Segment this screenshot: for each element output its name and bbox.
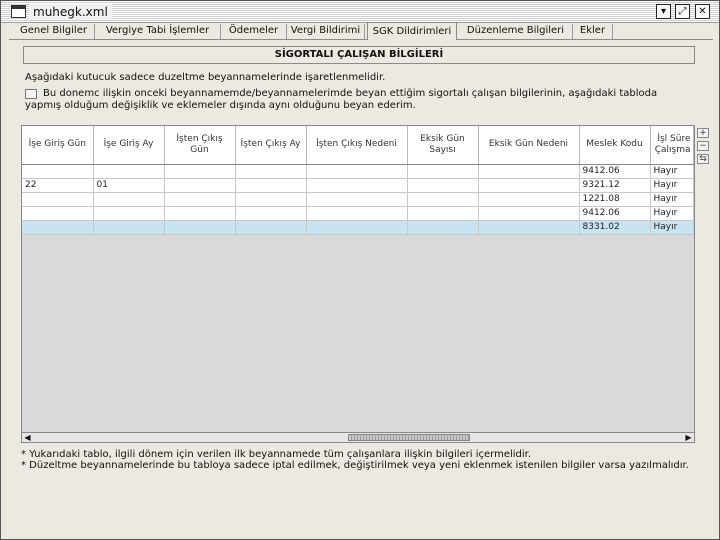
table-cell[interactable] bbox=[164, 220, 236, 235]
table-cell[interactable]: 9412.06 bbox=[579, 206, 651, 221]
scroll-left-icon[interactable]: ◀ bbox=[22, 433, 33, 442]
column-header[interactable]: İşe Giriş Gün bbox=[22, 126, 94, 165]
title-bar[interactable]: muhegk.xml ▾ ⤢ ✕ bbox=[1, 1, 719, 23]
remove-row-icon[interactable]: − bbox=[697, 141, 709, 151]
table-cell[interactable] bbox=[22, 206, 94, 221]
minimize-icon[interactable]: ▾ bbox=[656, 4, 671, 19]
column-header[interactable]: İşten Çıkış Ay bbox=[235, 126, 307, 165]
column-header[interactable]: İşl Süre Çalışma bbox=[650, 126, 694, 165]
table-cell[interactable] bbox=[407, 192, 479, 207]
table-cell[interactable]: 9321.12 bbox=[579, 178, 651, 193]
table-cell[interactable] bbox=[235, 220, 307, 235]
table-cell[interactable] bbox=[93, 192, 165, 207]
column-header[interactable]: İşten Çıkış Gün bbox=[164, 126, 236, 165]
tab-sgk-bildirimleri[interactable]: SGK Dildirimleri bbox=[367, 22, 457, 40]
table-cell[interactable] bbox=[93, 164, 165, 179]
scroll-right-icon[interactable]: ▶ bbox=[683, 433, 694, 442]
table-cell[interactable] bbox=[407, 220, 479, 235]
table-cell[interactable]: Hayır bbox=[650, 220, 694, 235]
table-cell[interactable] bbox=[93, 206, 165, 221]
tab-bar: Genel Bilgiler Vergiye Tabi İşlemler Öde… bbox=[9, 22, 713, 40]
table-cell[interactable]: 22 bbox=[22, 178, 94, 193]
table-cell[interactable] bbox=[478, 164, 580, 179]
table-cell[interactable] bbox=[306, 206, 408, 221]
tab-vergiye-tabi-islemler[interactable]: Vergiye Tabi İşlemler bbox=[95, 24, 221, 39]
table-cell[interactable]: 9412.06 bbox=[579, 164, 651, 179]
table-row[interactable]: 9412.06 Hayır bbox=[22, 206, 694, 221]
window-title: muhegk.xml bbox=[29, 4, 112, 20]
horizontal-scrollbar[interactable]: ◀ ▶ bbox=[21, 432, 695, 443]
add-row-icon[interactable]: + bbox=[697, 128, 709, 138]
table-cell[interactable] bbox=[164, 178, 236, 193]
table-cell[interactable] bbox=[22, 192, 94, 207]
tab-ekler[interactable]: Ekler bbox=[573, 24, 613, 39]
table-cell[interactable] bbox=[478, 192, 580, 207]
column-header[interactable]: İşten Çıkış Nedeni bbox=[306, 126, 408, 165]
footnote-2: * Düzeltme beyannamelerinde bu tabloya s… bbox=[21, 460, 689, 471]
tab-duzenleme-bilgileri[interactable]: Düzenleme Bilgileri bbox=[459, 24, 573, 39]
checkbox-label-continued: yapmış olduğum değişiklik ve eklemeler d… bbox=[25, 100, 416, 111]
table-cell[interactable] bbox=[407, 178, 479, 193]
close-icon[interactable]: ✕ bbox=[695, 4, 710, 19]
table-cell[interactable]: 01 bbox=[93, 178, 165, 193]
column-header[interactable]: Eksik Gün Nedeni bbox=[478, 126, 580, 165]
table-row[interactable]: 22 01 9321.12 Hayır bbox=[22, 178, 694, 193]
table-cell[interactable] bbox=[235, 206, 307, 221]
correction-note: Aşağıdaki kutucuk sadece duzeltme beyann… bbox=[25, 72, 386, 83]
table-cell[interactable]: 8331.02 bbox=[579, 220, 651, 235]
application-window: muhegk.xml ▾ ⤢ ✕ Genel Bilgiler Vergiye … bbox=[0, 0, 720, 540]
employee-table[interactable]: İşe Giriş Gün İşe Giriş Ay İşten Çıkış G… bbox=[21, 125, 695, 443]
column-header[interactable]: Eksik Gün Sayısı bbox=[407, 126, 479, 165]
table-cell[interactable] bbox=[306, 192, 408, 207]
table-row[interactable]: 8331.02 Hayır bbox=[22, 220, 694, 235]
tab-odemeler[interactable]: Ödemeler bbox=[221, 24, 287, 39]
table-header-row: İşe Giriş Gün İşe Giriş Ay İşten Çıkış G… bbox=[22, 126, 694, 165]
scrollbar-thumb[interactable] bbox=[348, 434, 470, 441]
table-cell[interactable] bbox=[22, 220, 94, 235]
table-cell[interactable] bbox=[164, 192, 236, 207]
table-cell[interactable] bbox=[93, 220, 165, 235]
declaration-checkbox[interactable] bbox=[25, 89, 37, 99]
table-cell[interactable]: 1221.08 bbox=[579, 192, 651, 207]
swap-row-icon[interactable]: ⇆ bbox=[697, 154, 709, 164]
table-row[interactable]: 9412.06 Hayır bbox=[22, 164, 694, 179]
table-cell[interactable] bbox=[478, 178, 580, 193]
maximize-icon[interactable]: ⤢ bbox=[675, 4, 690, 19]
checkbox-label: Bu donemc ilişkin onceki beyannamemde/be… bbox=[43, 88, 658, 99]
table-cell[interactable] bbox=[478, 206, 580, 221]
table-row[interactable]: 1221.08 Hayır bbox=[22, 192, 694, 207]
table-cell[interactable] bbox=[407, 206, 479, 221]
table-cell[interactable]: Hayır bbox=[650, 164, 694, 179]
table-cell[interactable] bbox=[306, 220, 408, 235]
table-cell[interactable]: Hayır bbox=[650, 192, 694, 207]
table-cell[interactable] bbox=[235, 178, 307, 193]
sgk-panel: SİGORTALI ÇALIŞAN BİLGİLERİ Aşağıdaki ku… bbox=[13, 46, 709, 531]
table-cell[interactable] bbox=[306, 178, 408, 193]
column-header[interactable]: İşe Giriş Ay bbox=[93, 126, 165, 165]
table-cell[interactable] bbox=[478, 220, 580, 235]
table-cell[interactable] bbox=[164, 206, 236, 221]
table-cell[interactable] bbox=[306, 164, 408, 179]
table-cell[interactable] bbox=[407, 164, 479, 179]
table-cell[interactable] bbox=[164, 164, 236, 179]
table-cell[interactable] bbox=[235, 192, 307, 207]
tab-vergi-bildirimi[interactable]: Vergi Bildirimi bbox=[287, 24, 365, 39]
table-cell[interactable]: Hayır bbox=[650, 206, 694, 221]
section-title: SİGORTALI ÇALIŞAN BİLGİLERİ bbox=[23, 46, 695, 64]
window-icon bbox=[11, 5, 26, 18]
table-cell[interactable]: Hayır bbox=[650, 178, 694, 193]
column-header[interactable]: Meslek Kodu bbox=[579, 126, 651, 165]
tab-genel-bilgiler[interactable]: Genel Bilgiler bbox=[13, 24, 95, 39]
table-cell[interactable] bbox=[22, 164, 94, 179]
table-cell[interactable] bbox=[235, 164, 307, 179]
